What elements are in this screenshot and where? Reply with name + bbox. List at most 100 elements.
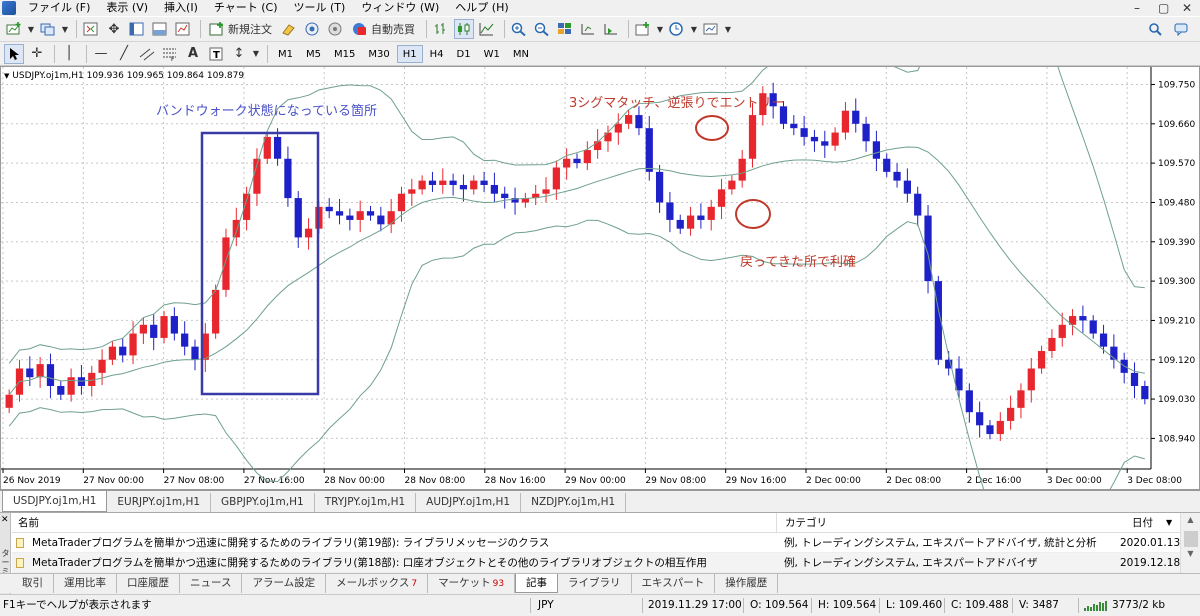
dropdown-arrow-icon[interactable]: ▼ <box>724 19 732 39</box>
bollinger-lower-band <box>8 219 1145 489</box>
market-watch-icon[interactable] <box>81 19 101 39</box>
menu-help[interactable]: ヘルプ (H) <box>447 0 516 16</box>
tab-trade[interactable]: 取引 <box>12 574 54 593</box>
document-icon <box>16 538 24 548</box>
chart-tab-gbpjpy[interactable]: GBPJPY.oj1m,H1 <box>211 493 315 512</box>
timeframe-w1-button[interactable]: W1 <box>478 45 506 63</box>
vps-icon[interactable] <box>325 19 345 39</box>
auto-trade-button[interactable]: 自動売買 <box>348 19 419 39</box>
minimize-button[interactable]: – <box>1134 0 1140 16</box>
timeframe-m1-button[interactable]: M1 <box>272 45 299 63</box>
chart-window[interactable]: 109.750 109.660 109.570 109.480 109.390 109.3… <box>0 66 1200 490</box>
menu-tools[interactable]: ツール (T) <box>286 0 354 16</box>
text-label-icon[interactable]: T <box>206 44 226 64</box>
periods-icon[interactable] <box>667 19 687 39</box>
column-header-date[interactable]: 日付 <box>1132 513 1153 533</box>
timeframe-mn-button[interactable]: MN <box>507 45 535 63</box>
timeframe-m5-button[interactable]: M5 <box>300 45 327 63</box>
dropdown-arrow-icon[interactable]: ▼ <box>690 19 698 39</box>
text-icon[interactable]: A <box>183 44 203 64</box>
article-row[interactable]: MetaTraderプログラムを簡単かつ迅速に開発するためのライブラリ(第19部… <box>12 533 1180 553</box>
bar-chart-icon[interactable] <box>431 19 451 39</box>
autoscroll-icon[interactable] <box>601 19 621 39</box>
close-icon[interactable]: ✕ <box>1 515 9 525</box>
arrows-icon[interactable]: ↕ <box>229 44 249 64</box>
chat-icon[interactable] <box>1172 19 1192 39</box>
signals-icon[interactable] <box>302 19 322 39</box>
equidistant-channel-icon[interactable] <box>137 44 157 64</box>
connection-status-icon[interactable] <box>1084 601 1108 611</box>
templates-icon[interactable] <box>701 19 721 39</box>
tab-account-history[interactable]: 口座履歴 <box>117 574 180 593</box>
price-chart[interactable]: 109.750 109.660 109.570 109.480 109.390 109.3… <box>1 67 1199 489</box>
tab-alerts[interactable]: アラーム設定 <box>242 574 327 593</box>
tab-news[interactable]: ニュース <box>180 574 243 593</box>
bearish-candle <box>852 110 860 124</box>
menu-view[interactable]: 表示 (V) <box>98 0 156 16</box>
timeframe-m30-button[interactable]: M30 <box>362 45 395 63</box>
profiles-icon[interactable] <box>38 19 58 39</box>
menu-file[interactable]: ファイル (F) <box>20 0 98 16</box>
strategy-tester-icon[interactable] <box>173 19 193 39</box>
terminal-icon[interactable] <box>150 19 170 39</box>
indicators-icon[interactable] <box>633 19 653 39</box>
app-icon[interactable] <box>2 1 16 15</box>
article-name: MetaTraderプログラムを簡単かつ迅速に開発するためのライブラリ(第18部… <box>32 557 707 569</box>
bearish-candle <box>666 202 674 220</box>
crosshair-icon[interactable]: ✛ <box>27 44 47 64</box>
zoom-in-icon[interactable] <box>509 19 529 39</box>
timeframe-d1-button[interactable]: D1 <box>451 45 477 63</box>
chart-shift-icon[interactable] <box>578 19 598 39</box>
status-separator <box>743 598 744 613</box>
new-chart-icon[interactable] <box>4 19 24 39</box>
menu-window[interactable]: ウィンドウ (W) <box>353 0 447 16</box>
tab-exposure[interactable]: 運用比率 <box>54 574 117 593</box>
tab-code-base[interactable]: ライブラリ <box>558 574 632 593</box>
article-row[interactable]: MetaTraderプログラムを簡単かつ迅速に開発するためのライブラリ(第18部… <box>12 553 1180 573</box>
column-header-name[interactable]: 名前 <box>18 513 39 533</box>
dropdown-arrow-icon[interactable]: ▼ <box>61 19 69 39</box>
chart-tab-eurjpy[interactable]: EURJPY.oj1m,H1 <box>107 493 212 512</box>
chart-tab-nzdjpy[interactable]: NZDJPY.oj1m,H1 <box>521 493 627 512</box>
data-window-icon[interactable]: ✥ <box>104 19 124 39</box>
bearish-candle <box>976 412 984 426</box>
close-button[interactable]: ✕ <box>1182 0 1192 16</box>
bullish-candle <box>748 115 757 159</box>
scroll-up-icon[interactable]: ▲ <box>1182 515 1200 529</box>
zoom-out-icon[interactable] <box>532 19 552 39</box>
trendline-icon[interactable]: ╱ <box>114 44 134 64</box>
scroll-down-icon[interactable]: ▼ <box>1182 549 1200 563</box>
tile-windows-icon[interactable] <box>555 19 575 39</box>
tab-mailbox[interactable]: メールボックス 7 <box>326 574 429 593</box>
vertical-line-icon[interactable]: │ <box>59 44 79 64</box>
horizontal-line-icon[interactable]: — <box>91 44 111 64</box>
chart-tab-tryjpy[interactable]: TRYJPY.oj1m,H1 <box>315 493 417 512</box>
navigator-icon[interactable] <box>127 19 147 39</box>
timeframe-m15-button[interactable]: M15 <box>328 45 361 63</box>
fibonacci-icon[interactable]: F <box>160 44 180 64</box>
scrollbar-thumb[interactable] <box>1183 531 1198 547</box>
tab-experts[interactable]: エキスパート <box>632 574 716 593</box>
menu-chart[interactable]: チャート (C) <box>206 0 286 16</box>
timeframe-h1-button[interactable]: H1 <box>396 44 423 63</box>
chart-tab-audjpy[interactable]: AUDJPY.oj1m,H1 <box>416 493 522 512</box>
tab-articles[interactable]: 記事 <box>515 574 559 593</box>
dropdown-arrow-icon[interactable]: ▼ <box>252 44 260 64</box>
metaeditor-icon[interactable] <box>279 19 299 39</box>
chart-tab-usdjpy[interactable]: USDJPY.oj1m,H1 <box>2 491 108 512</box>
dropdown-arrow-icon[interactable]: ▼ <box>656 19 664 39</box>
bullish-candle <box>470 180 478 190</box>
tab-journal[interactable]: 操作履歴 <box>715 574 779 593</box>
candlestick-icon[interactable] <box>454 19 474 39</box>
restore-button[interactable]: ▢ <box>1158 0 1169 16</box>
cursor-icon[interactable] <box>4 43 24 64</box>
search-icon[interactable] <box>1146 19 1166 39</box>
menu-insert[interactable]: 挿入(I) <box>156 0 206 16</box>
timeframe-h4-button[interactable]: H4 <box>424 45 450 63</box>
line-chart-icon[interactable] <box>477 19 497 39</box>
new-order-button[interactable]: 新規注文 <box>205 19 276 39</box>
tab-market[interactable]: マーケット 93 <box>428 574 516 593</box>
column-header-category[interactable]: カテゴリ <box>776 513 827 533</box>
terminal-scrollbar[interactable]: ▲ ▼ <box>1180 513 1200 574</box>
dropdown-arrow-icon[interactable]: ▼ <box>27 19 35 39</box>
